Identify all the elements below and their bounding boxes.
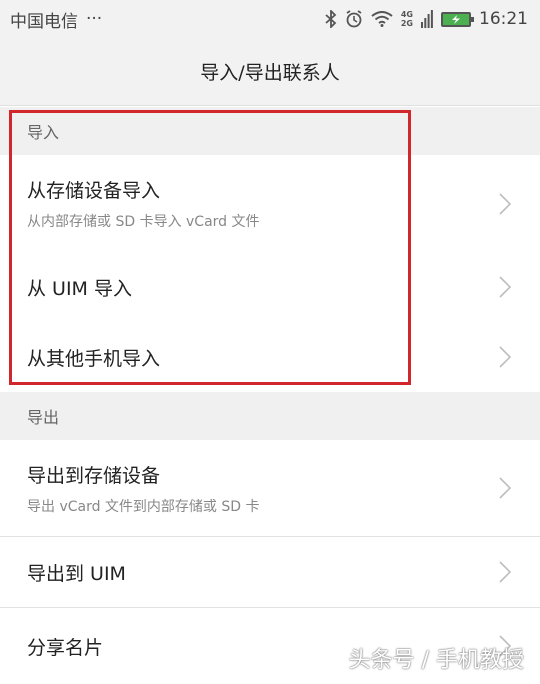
chevron-right-icon xyxy=(499,561,512,583)
item-subtitle: 导出 vCard 文件到内部存储或 SD 卡 xyxy=(27,498,260,515)
import-from-other-phone-item[interactable]: 从其他手机导入 xyxy=(0,322,540,392)
item-title: 从 UIM 导入 xyxy=(27,277,132,300)
bluetooth-icon xyxy=(325,10,337,28)
carrier-name: 中国电信 xyxy=(10,11,78,32)
page-title: 导入/导出联系人 xyxy=(200,62,340,84)
import-from-uim-item[interactable]: 从 UIM 导入 xyxy=(0,252,540,322)
title-bar: 导入/导出联系人 xyxy=(0,38,540,106)
chevron-right-icon xyxy=(499,477,512,499)
chevron-right-icon xyxy=(499,276,512,298)
section-header-import: 导入 xyxy=(0,107,540,155)
item-title: 从其他手机导入 xyxy=(27,347,161,370)
wifi-icon xyxy=(371,11,393,27)
signal-icon xyxy=(421,10,433,28)
section-header-label: 导入 xyxy=(27,123,60,142)
watermark: 头条号 / 手机教授 xyxy=(348,648,524,673)
item-title: 从存储设备导入 xyxy=(27,180,161,202)
network-type: 4G 2G xyxy=(400,10,413,28)
export-to-storage-item[interactable]: 导出到存储设备 导出 vCard 文件到内部存储或 SD 卡 xyxy=(0,440,540,536)
alarm-icon xyxy=(345,10,363,28)
section-header-label: 导出 xyxy=(27,408,60,427)
more-dots: ··· xyxy=(86,9,103,29)
item-title: 导出到存储设备 xyxy=(27,464,161,487)
chevron-right-icon xyxy=(499,192,512,215)
section-header-export: 导出 xyxy=(0,392,540,440)
chevron-right-icon xyxy=(499,346,512,368)
item-title: 导出到 UIM xyxy=(27,562,126,585)
status-bar: 中国电信 ··· 4G 2G 16:21 xyxy=(0,0,540,38)
item-subtitle: 从内部存储或 SD 卡导入 vCard 文件 xyxy=(27,214,260,230)
import-from-storage-item[interactable]: 从存储设备导入 从内部存储或 SD 卡导入 vCard 文件 xyxy=(0,155,540,252)
export-to-uim-item[interactable]: 导出到 UIM xyxy=(0,537,540,607)
clock-time: 16:21 xyxy=(479,9,528,29)
battery-icon xyxy=(441,11,474,27)
